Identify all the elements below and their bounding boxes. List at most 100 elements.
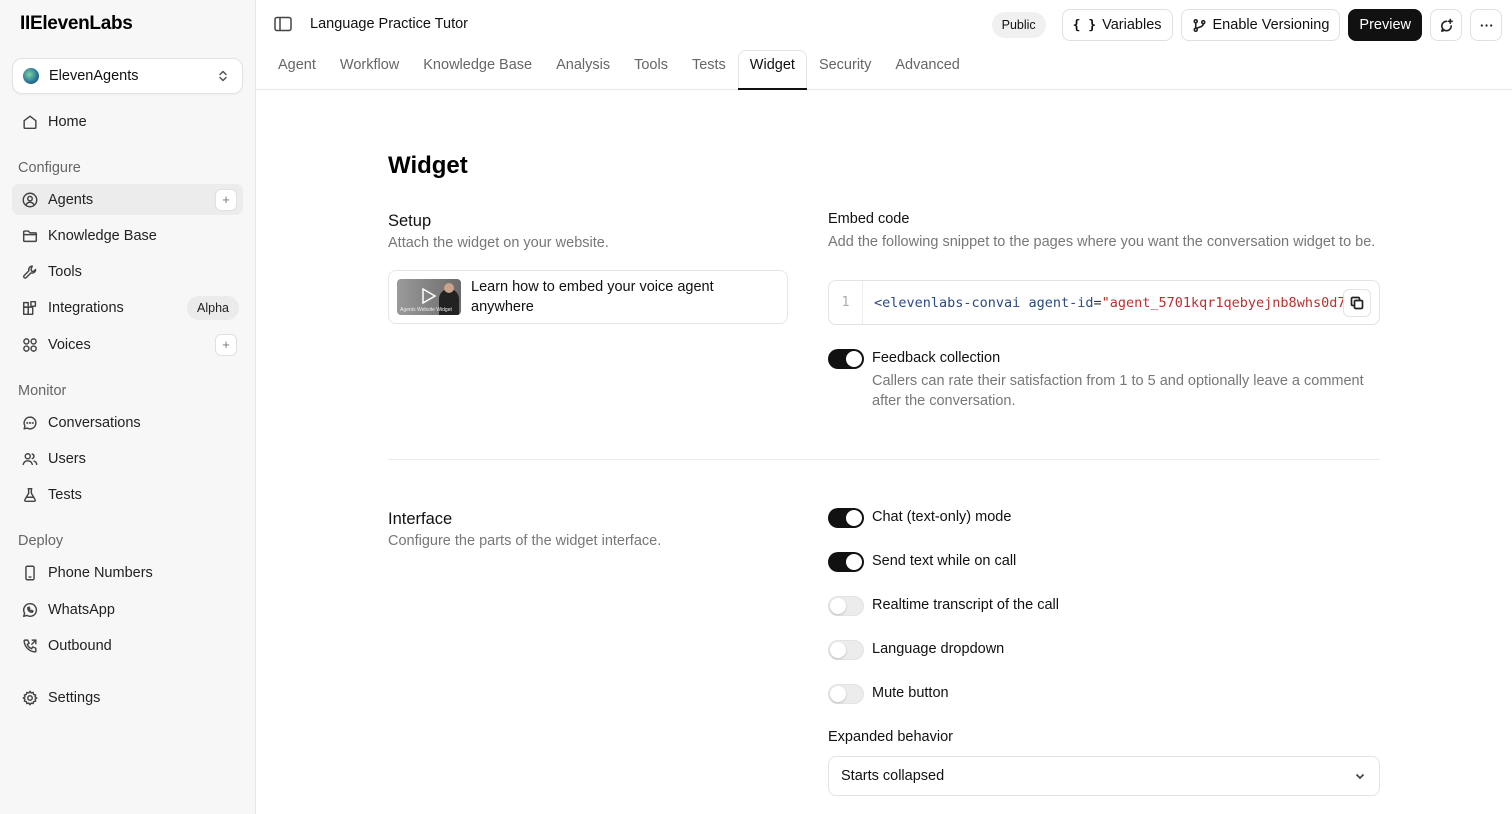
users-icon [20,449,40,469]
sidebar-item-home[interactable]: Home [12,106,243,137]
send-text-on-call-label: Send text while on call [872,553,1017,569]
variables-label: Variables [1102,17,1162,33]
sidebar-item-voices[interactable]: Voices + [12,329,243,360]
code-attribute: agent-id [1028,294,1094,311]
sidebar-item-whatsapp[interactable]: WhatsApp [12,594,243,625]
mute-button-toggle[interactable] [828,684,864,704]
line-number: 1 [829,281,863,324]
sidebar-item-label: Home [48,113,87,130]
copy-code-button[interactable] [1343,289,1371,317]
tab-knowledge-base[interactable]: Knowledge Base [411,50,544,90]
folder-icon [20,226,40,246]
tab-analysis[interactable]: Analysis [544,50,622,90]
flask-icon [20,485,40,505]
expanded-behavior-label: Expanded behavior [828,729,953,745]
mute-button-label: Mute button [872,685,949,701]
toggle-knob [830,598,846,614]
versioning-label: Enable Versioning [1212,17,1330,33]
tab-agent[interactable]: Agent [266,50,328,90]
sidebar-item-tools[interactable]: Tools [12,256,243,287]
more-options-button[interactable] [1470,9,1502,41]
top-bar: Language Practice Tutor Public { } Varia… [256,0,1512,90]
tab-advanced[interactable]: Advanced [883,50,972,90]
chat-mode-toggle[interactable] [828,508,864,528]
git-branch-icon [1192,18,1206,32]
braces-icon: { } [1072,17,1097,33]
sidebar-toggle-icon[interactable] [274,16,292,32]
sidebar-item-agents[interactable]: Agents + [12,184,243,215]
workspace-switcher[interactable]: ElevenAgents [12,58,243,94]
tab-workflow[interactable]: Workflow [328,50,411,90]
share-chat-button[interactable] [1430,9,1462,41]
embed-code-snippet: <elevenlabs-convai agent-id="agent_5701k… [863,295,1354,311]
section-label-deploy: Deploy [18,533,64,549]
chevron-down-icon [1355,773,1365,780]
sidebar-item-outbound[interactable]: Outbound [12,630,243,661]
sidebar-item-tests[interactable]: Tests [12,479,243,510]
sidebar-item-settings[interactable]: Settings [12,682,243,713]
preview-button[interactable]: Preview [1348,9,1422,41]
whatsapp-icon [20,600,40,620]
chat-icon [20,413,40,433]
integrations-icon [20,298,40,318]
sidebar-item-label: Agents [48,191,94,208]
section-label-configure: Configure [18,160,81,176]
code-agent-id: "agent_5701kqr1qebyejnb8whs0d7 [1101,294,1346,311]
voices-icon [20,335,40,355]
sidebar-item-label: Settings [48,689,101,706]
interface-section-subtitle: Configure the parts of the widget interf… [388,533,662,549]
language-dropdown-label: Language dropdown [872,641,1005,657]
sidebar-item-label: Tools [48,263,82,280]
section-label-monitor: Monitor [18,383,67,399]
sidebar-item-label: Outbound [48,637,112,654]
header-actions: Public { } Variables Enable Versioning P… [991,9,1502,41]
visibility-badge: Public [991,12,1046,38]
enable-versioning-button[interactable]: Enable Versioning [1180,9,1341,41]
toggle-knob [846,351,862,367]
sidebar-item-phone-numbers[interactable]: Phone Numbers [12,557,243,588]
chevron-up-down-icon [219,70,227,82]
section-divider [388,459,1380,460]
agent-name: Language Practice Tutor [310,16,468,32]
wrench-icon [20,262,40,282]
expanded-behavior-value: Starts collapsed [841,768,945,784]
outbound-icon [20,636,40,656]
embed-tutorial-video-card[interactable]: Agents Website Widget Learn how to embed… [388,270,788,324]
realtime-transcript-toggle[interactable] [828,596,864,616]
sidebar-item-label: Integrations [48,299,124,316]
sidebar-item-label: Phone Numbers [48,564,153,581]
agents-icon [20,190,40,210]
more-horizontal-icon [1480,23,1492,27]
setup-section-subtitle: Attach the widget on your website. [388,235,609,251]
variables-button[interactable]: { } Variables [1061,9,1173,41]
toggle-knob [830,686,846,702]
embed-code-block[interactable]: 1 <elevenlabs-convai agent-id="agent_570… [828,280,1380,325]
send-text-on-call-toggle[interactable] [828,552,864,572]
tab-tests[interactable]: Tests [680,50,738,90]
toggle-knob [830,642,846,658]
chat-add-icon [1440,18,1453,32]
phone-icon [20,563,40,583]
embed-code-description: Add the following snippet to the pages w… [828,234,1376,250]
thumbnail-caption: Agents Website Widget [400,306,452,313]
tab-widget[interactable]: Widget [737,50,808,90]
elevenlabs-logo[interactable]: IIElevenLabs [20,13,133,35]
feedback-collection-toggle[interactable] [828,349,864,369]
sidebar-item-conversations[interactable]: Conversations [12,407,243,438]
sidebar-item-users[interactable]: Users [12,443,243,474]
embed-code-title: Embed code [828,211,910,227]
workspace-avatar-icon [23,68,39,84]
tab-bar: Agent Workflow Knowledge Base Analysis T… [266,50,972,90]
sidebar-item-integrations[interactable]: Integrations Alpha [12,292,243,323]
expanded-behavior-select[interactable]: Starts collapsed [828,756,1380,796]
play-icon [422,287,437,305]
add-agent-button[interactable]: + [215,188,237,211]
language-dropdown-toggle[interactable] [828,640,864,660]
copy-icon [1350,296,1364,310]
feedback-collection-description: Callers can rate their satisfaction from… [872,373,1364,409]
sidebar-item-knowledge-base[interactable]: Knowledge Base [12,220,243,251]
tab-security[interactable]: Security [807,50,883,90]
tab-tools[interactable]: Tools [622,50,680,90]
sidebar-item-label: Tests [48,486,82,503]
add-voice-button[interactable]: + [215,333,237,356]
